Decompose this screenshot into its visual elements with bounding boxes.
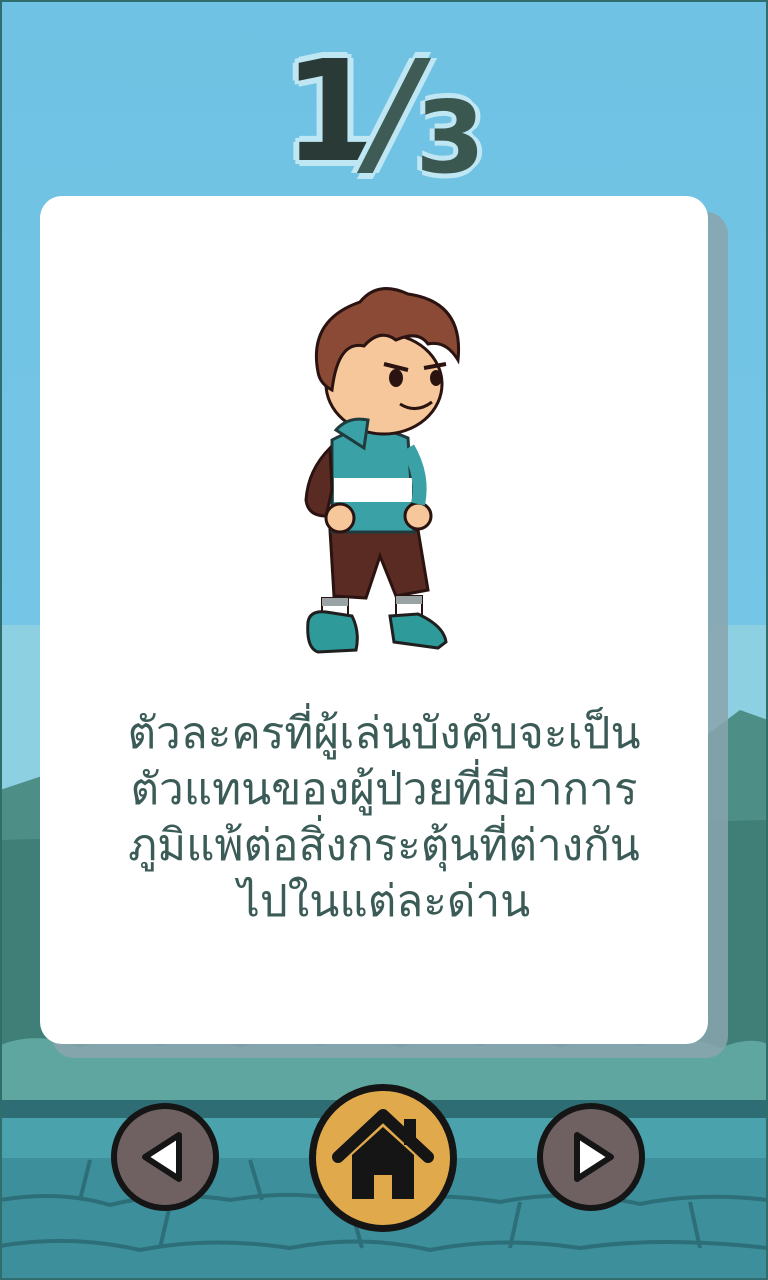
- page-counter: 1/3: [0, 31, 768, 197]
- game-screen: 1/3 ตัวละครที่ผู้เล่นบังคับจะเป็น ตัวแทน…: [0, 0, 768, 1280]
- home-button[interactable]: [309, 1084, 457, 1232]
- next-button[interactable]: [537, 1103, 645, 1211]
- triangle-left-icon: [142, 1132, 182, 1182]
- triangle-right-icon: [574, 1132, 614, 1182]
- page-separator: /: [370, 31, 422, 194]
- page-total: 3: [415, 79, 486, 196]
- player-character-image: [304, 287, 461, 654]
- home-icon: [332, 1109, 434, 1199]
- page-current: 1: [282, 31, 380, 194]
- character-description: ตัวละครที่ผู้เล่นบังคับจะเป็น ตัวแทนของผ…: [127, 708, 641, 927]
- previous-button[interactable]: [111, 1103, 219, 1211]
